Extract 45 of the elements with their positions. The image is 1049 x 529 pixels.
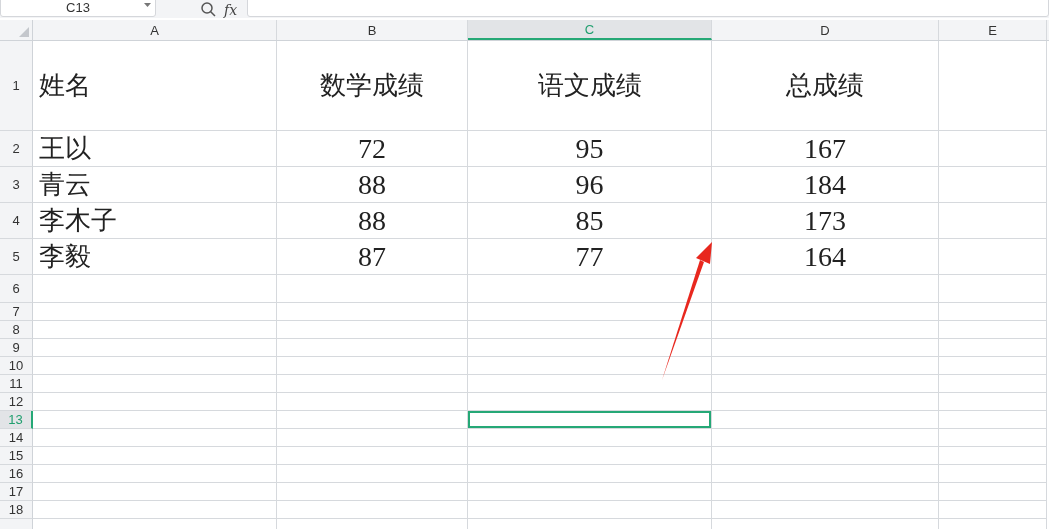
table-cell: 总成绩 [712,41,939,131]
table-cell: 95 [468,131,712,167]
row-header[interactable]: 6 [0,275,33,303]
row-header[interactable]: 15 [0,447,33,465]
corner-triangle-icon [19,27,29,37]
row-header[interactable]: 1 [0,41,33,131]
row-header[interactable]: 4 [0,203,33,239]
caret-icon [144,3,151,7]
row-header[interactable]: 11 [0,375,33,393]
row-header[interactable]: 8 [0,321,33,339]
table-cell: 李木子 [33,203,277,239]
table-cell: 88 [277,203,468,239]
table-cell: 85 [468,203,712,239]
table-cell: 语文成绩 [468,41,712,131]
table-cell: 姓名 [33,41,277,131]
row-header[interactable]: 18 [0,501,33,519]
row-header[interactable]: 3 [0,167,33,203]
row-header[interactable]: 5 [0,239,33,275]
row-header[interactable]: 12 [0,393,33,411]
row-header[interactable]: 9 [0,339,33,357]
row-header[interactable]: 10 [0,357,33,375]
table-cell: 李毅 [33,239,277,275]
row-header[interactable]: 2 [0,131,33,167]
row-header[interactable]: 7 [0,303,33,321]
table-cell: 青云 [33,167,277,203]
table-cell: 96 [468,167,712,203]
column-header[interactable]: D [712,20,939,40]
table-cell: 87 [277,239,468,275]
table-cell: 王以 [33,131,277,167]
name-box[interactable]: C13 [0,0,156,17]
column-header[interactable]: E [939,20,1047,40]
row-header[interactable]: 16 [0,465,33,483]
selected-cell[interactable] [468,411,712,429]
row-header[interactable]: 14 [0,429,33,447]
search-icon[interactable] [200,1,216,17]
table-cell: 164 [712,239,939,275]
row-header[interactable]: 17 [0,483,33,501]
table-cell: 184 [712,167,939,203]
table-cell: 88 [277,167,468,203]
table-cell: 173 [712,203,939,239]
table-cell: 72 [277,131,468,167]
table-cell: 167 [712,131,939,167]
column-header[interactable]: A [33,20,277,40]
function-label[interactable]: fx [224,2,238,18]
table-cell: 数学成绩 [277,41,468,131]
